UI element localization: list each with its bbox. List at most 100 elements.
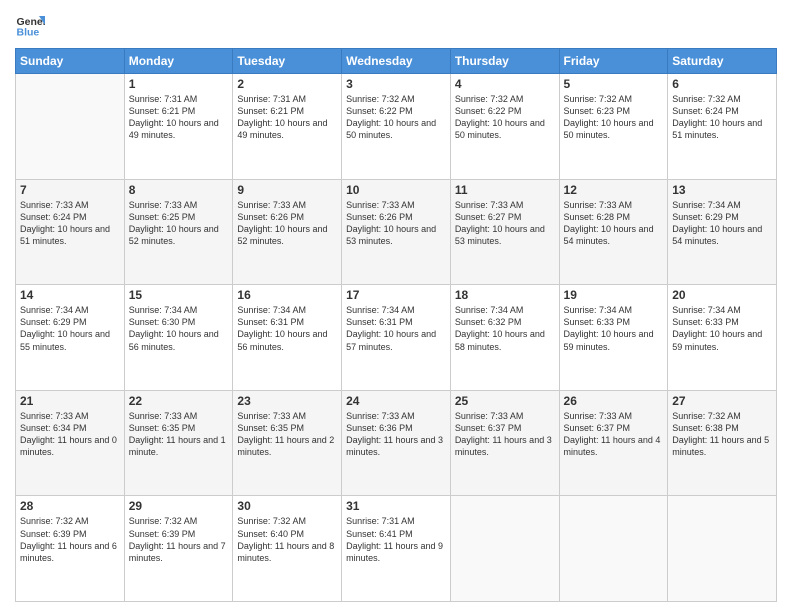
- day-info: Sunrise: 7:31 AMSunset: 6:21 PMDaylight:…: [129, 93, 229, 142]
- day-cell: 7 Sunrise: 7:33 AMSunset: 6:24 PMDaylight…: [16, 179, 125, 285]
- day-info: Sunrise: 7:31 AMSunset: 6:21 PMDaylight:…: [237, 93, 337, 142]
- col-header-friday: Friday: [559, 49, 668, 74]
- day-cell: 22 Sunrise: 7:33 AMSunset: 6:35 PMDayligh…: [124, 390, 233, 496]
- day-cell: 14 Sunrise: 7:34 AMSunset: 6:29 PMDayligh…: [16, 285, 125, 391]
- day-info: Sunrise: 7:34 AMSunset: 6:31 PMDaylight:…: [237, 304, 337, 353]
- day-cell: [450, 496, 559, 602]
- day-info: Sunrise: 7:32 AMSunset: 6:23 PMDaylight:…: [564, 93, 664, 142]
- day-cell: 4 Sunrise: 7:32 AMSunset: 6:22 PMDaylight…: [450, 74, 559, 180]
- day-cell: 3Sunrise: 7:32 AMSunset: 6:22 PMDaylight…: [342, 74, 451, 180]
- day-number: 15: [129, 288, 229, 302]
- day-info: Sunrise: 7:32 AMSunset: 6:39 PMDaylight:…: [129, 515, 229, 564]
- day-number: 7: [20, 183, 120, 197]
- page: General Blue SundayMondayTuesdayWednesda…: [0, 0, 792, 612]
- day-info: Sunrise: 7:32 AMSunset: 6:22 PMDaylight:…: [455, 93, 555, 142]
- calendar-table: SundayMondayTuesdayWednesdayThursdayFrid…: [15, 48, 777, 602]
- day-info: Sunrise: 7:34 AMSunset: 6:31 PMDaylight:…: [346, 304, 446, 353]
- week-row-4: 28 Sunrise: 7:32 AMSunset: 6:39 PMDayligh…: [16, 496, 777, 602]
- day-cell: 5 Sunrise: 7:32 AMSunset: 6:23 PMDaylight…: [559, 74, 668, 180]
- day-info: Sunrise: 7:33 AMSunset: 6:37 PMDaylight:…: [564, 410, 664, 459]
- day-number: 31: [346, 499, 446, 513]
- day-cell: 30 Sunrise: 7:32 AMSunset: 6:40 PMDayligh…: [233, 496, 342, 602]
- col-header-monday: Monday: [124, 49, 233, 74]
- day-info: Sunrise: 7:33 AMSunset: 6:35 PMDaylight:…: [237, 410, 337, 459]
- day-cell: 20 Sunrise: 7:34 AMSunset: 6:33 PMDayligh…: [668, 285, 777, 391]
- week-row-1: 7 Sunrise: 7:33 AMSunset: 6:24 PMDaylight…: [16, 179, 777, 285]
- day-number: 12: [564, 183, 664, 197]
- day-number: 30: [237, 499, 337, 513]
- day-info: Sunrise: 7:33 AMSunset: 6:35 PMDaylight:…: [129, 410, 229, 459]
- day-cell: 17 Sunrise: 7:34 AMSunset: 6:31 PMDayligh…: [342, 285, 451, 391]
- day-cell: 18 Sunrise: 7:34 AMSunset: 6:32 PMDayligh…: [450, 285, 559, 391]
- day-cell: [559, 496, 668, 602]
- day-number: 28: [20, 499, 120, 513]
- day-info: Sunrise: 7:34 AMSunset: 6:32 PMDaylight:…: [455, 304, 555, 353]
- day-info: Sunrise: 7:33 AMSunset: 6:36 PMDaylight:…: [346, 410, 446, 459]
- day-cell: 11Sunrise: 7:33 AMSunset: 6:27 PMDayligh…: [450, 179, 559, 285]
- col-header-saturday: Saturday: [668, 49, 777, 74]
- day-info: Sunrise: 7:33 AMSunset: 6:27 PMDaylight:…: [455, 199, 555, 248]
- day-info: Sunrise: 7:33 AMSunset: 6:37 PMDaylight:…: [455, 410, 555, 459]
- day-number: 18: [455, 288, 555, 302]
- day-number: 2: [237, 77, 337, 91]
- day-info: Sunrise: 7:34 AMSunset: 6:29 PMDaylight:…: [20, 304, 120, 353]
- day-cell: 24 Sunrise: 7:33 AMSunset: 6:36 PMDayligh…: [342, 390, 451, 496]
- day-number: 5: [564, 77, 664, 91]
- day-number: 23: [237, 394, 337, 408]
- day-info: Sunrise: 7:34 AMSunset: 6:29 PMDaylight:…: [672, 199, 772, 248]
- day-number: 14: [20, 288, 120, 302]
- day-cell: 2 Sunrise: 7:31 AMSunset: 6:21 PMDaylight…: [233, 74, 342, 180]
- day-cell: 10 Sunrise: 7:33 AMSunset: 6:26 PMDayligh…: [342, 179, 451, 285]
- day-info: Sunrise: 7:34 AMSunset: 6:33 PMDaylight:…: [672, 304, 772, 353]
- week-row-0: 1Sunrise: 7:31 AMSunset: 6:21 PMDaylight…: [16, 74, 777, 180]
- day-cell: 31 Sunrise: 7:31 AMSunset: 6:41 PMDayligh…: [342, 496, 451, 602]
- day-cell: 6Sunrise: 7:32 AMSunset: 6:24 PMDaylight…: [668, 74, 777, 180]
- day-info: Sunrise: 7:32 AMSunset: 6:40 PMDaylight:…: [237, 515, 337, 564]
- day-cell: 12 Sunrise: 7:33 AMSunset: 6:28 PMDayligh…: [559, 179, 668, 285]
- day-number: 19: [564, 288, 664, 302]
- day-number: 25: [455, 394, 555, 408]
- week-row-3: 21Sunrise: 7:33 AMSunset: 6:34 PMDayligh…: [16, 390, 777, 496]
- day-number: 10: [346, 183, 446, 197]
- day-number: 17: [346, 288, 446, 302]
- day-cell: 1Sunrise: 7:31 AMSunset: 6:21 PMDaylight…: [124, 74, 233, 180]
- day-cell: 23 Sunrise: 7:33 AMSunset: 6:35 PMDayligh…: [233, 390, 342, 496]
- day-number: 4: [455, 77, 555, 91]
- day-cell: 28 Sunrise: 7:32 AMSunset: 6:39 PMDayligh…: [16, 496, 125, 602]
- day-info: Sunrise: 7:33 AMSunset: 6:28 PMDaylight:…: [564, 199, 664, 248]
- day-cell: 25 Sunrise: 7:33 AMSunset: 6:37 PMDayligh…: [450, 390, 559, 496]
- day-info: Sunrise: 7:31 AMSunset: 6:41 PMDaylight:…: [346, 515, 446, 564]
- day-cell: 8 Sunrise: 7:33 AMSunset: 6:25 PMDaylight…: [124, 179, 233, 285]
- day-cell: 15 Sunrise: 7:34 AMSunset: 6:30 PMDayligh…: [124, 285, 233, 391]
- day-cell: 19Sunrise: 7:34 AMSunset: 6:33 PMDayligh…: [559, 285, 668, 391]
- day-number: 27: [672, 394, 772, 408]
- logo-icon: General Blue: [15, 10, 45, 40]
- col-header-tuesday: Tuesday: [233, 49, 342, 74]
- day-info: Sunrise: 7:33 AMSunset: 6:26 PMDaylight:…: [346, 199, 446, 248]
- day-info: Sunrise: 7:33 AMSunset: 6:26 PMDaylight:…: [237, 199, 337, 248]
- day-cell: 9 Sunrise: 7:33 AMSunset: 6:26 PMDaylight…: [233, 179, 342, 285]
- logo: General Blue: [15, 10, 45, 40]
- day-number: 9: [237, 183, 337, 197]
- day-info: Sunrise: 7:34 AMSunset: 6:30 PMDaylight:…: [129, 304, 229, 353]
- day-info: Sunrise: 7:32 AMSunset: 6:22 PMDaylight:…: [346, 93, 446, 142]
- day-cell: 13 Sunrise: 7:34 AMSunset: 6:29 PMDayligh…: [668, 179, 777, 285]
- day-info: Sunrise: 7:32 AMSunset: 6:39 PMDaylight:…: [20, 515, 120, 564]
- day-cell: [668, 496, 777, 602]
- header: General Blue: [15, 10, 777, 40]
- day-number: 22: [129, 394, 229, 408]
- svg-text:Blue: Blue: [17, 27, 40, 39]
- day-number: 16: [237, 288, 337, 302]
- day-number: 20: [672, 288, 772, 302]
- day-number: 13: [672, 183, 772, 197]
- day-number: 26: [564, 394, 664, 408]
- col-header-wednesday: Wednesday: [342, 49, 451, 74]
- col-header-sunday: Sunday: [16, 49, 125, 74]
- day-info: Sunrise: 7:32 AMSunset: 6:24 PMDaylight:…: [672, 93, 772, 142]
- day-number: 8: [129, 183, 229, 197]
- day-info: Sunrise: 7:33 AMSunset: 6:25 PMDaylight:…: [129, 199, 229, 248]
- day-number: 24: [346, 394, 446, 408]
- day-cell: 27Sunrise: 7:32 AMSunset: 6:38 PMDayligh…: [668, 390, 777, 496]
- day-info: Sunrise: 7:33 AMSunset: 6:24 PMDaylight:…: [20, 199, 120, 248]
- day-number: 21: [20, 394, 120, 408]
